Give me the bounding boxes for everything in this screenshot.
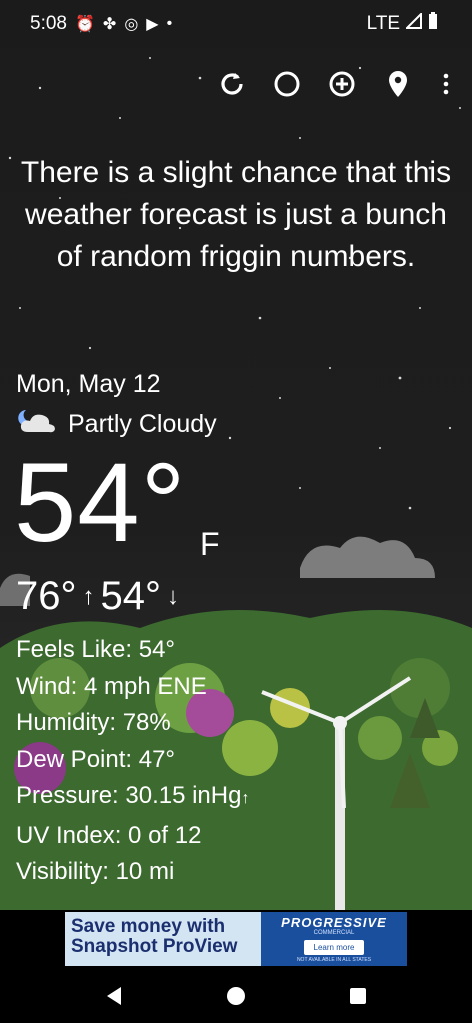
add-location-button[interactable] — [324, 66, 360, 102]
pressure-row: Pressure: 30.15 inHg↑ — [16, 778, 249, 818]
recents-square-icon — [350, 988, 366, 1004]
uv-index: UV Index: 0 of 12 — [16, 821, 202, 849]
back-button[interactable] — [102, 984, 126, 1008]
navigation-bar — [0, 966, 472, 1023]
partly-cloudy-night-icon — [16, 406, 60, 443]
details-list: Feels Like: 54° Wind: 4 mph ENE Humidity… — [16, 632, 249, 891]
forecast-date: Mon, May 12 — [16, 370, 161, 398]
condition-text: Partly Cloudy — [68, 410, 217, 438]
condition-row: Partly Cloudy — [16, 406, 217, 443]
overflow-menu-button[interactable] — [428, 66, 464, 102]
refresh-button[interactable] — [214, 66, 250, 102]
status-bar: 5:08 ⏰ ✤ ◎ ▶ • LTE — [0, 0, 472, 48]
ad-brand: PROGRESSIVE — [281, 915, 387, 930]
home-button[interactable] — [224, 984, 248, 1008]
refresh-icon — [221, 73, 243, 95]
status-time: 5:08 — [30, 13, 67, 34]
arrow-down-icon: ↓ — [167, 582, 179, 610]
forecast-quote: There is a slight chance that this weath… — [20, 156, 452, 273]
pressure: Pressure: 30.15 inHg — [16, 782, 242, 809]
location-pin-icon — [389, 71, 407, 97]
weather-scene: There is a slight chance that this weath… — [0, 48, 472, 910]
humidity: Humidity: 78% — [16, 709, 171, 736]
more-vert-icon — [443, 73, 449, 95]
fan-icon: ✤ — [102, 16, 117, 33]
current-temperature: 54° — [14, 440, 187, 565]
ad-brand-sub: COMMERCIAL — [313, 930, 355, 936]
notification-dot-icon: • — [166, 15, 173, 32]
home-circle-icon — [227, 987, 245, 1005]
ad-headline-line2: Snapshot ProView — [71, 936, 238, 957]
ad-learn-more-button[interactable]: Learn more — [303, 940, 365, 955]
theme-icon — [274, 71, 300, 97]
dew-point: Dew Point: 47° — [16, 745, 176, 773]
location-button[interactable] — [380, 66, 416, 102]
network-type: LTE — [366, 13, 400, 34]
high-low-row: 76° ↑ 54° ↓ — [16, 574, 179, 619]
pressure-rising-icon: ↑ — [241, 790, 250, 807]
temperature-unit: F — [200, 526, 220, 562]
ad-headline[interactable]: Save money with Snapshot ProView — [65, 912, 261, 966]
low-temperature: 54° — [100, 574, 162, 618]
feels-like: Feels Like: 54° — [16, 636, 176, 663]
instagram-icon: ◎ — [124, 16, 139, 33]
theme-button[interactable] — [269, 66, 305, 102]
ad-fine-print: NOT AVAILABLE IN ALL STATES — [296, 957, 372, 963]
alarm-icon: ⏰ — [74, 16, 95, 33]
ad-headline-line1: Save money with — [71, 916, 226, 937]
wind: Wind: 4 mph ENE — [16, 672, 207, 700]
arrow-up-icon: ↑ — [82, 582, 95, 610]
youtube-icon: ▶ — [146, 16, 159, 33]
ad-banner[interactable]: Save money with Snapshot ProView PROGRES… — [65, 912, 407, 966]
back-triangle-icon — [107, 987, 121, 1005]
battery-icon — [428, 12, 438, 36]
signal-icon — [404, 11, 422, 35]
high-temperature: 76° — [16, 574, 77, 618]
add-circle-icon — [329, 71, 355, 97]
visibility: Visibility: 10 mi — [16, 858, 175, 885]
ad-brand-panel[interactable]: PROGRESSIVE COMMERCIAL Learn more NOT AV… — [261, 912, 407, 966]
toolbar — [0, 66, 472, 106]
recents-button[interactable] — [346, 984, 370, 1008]
